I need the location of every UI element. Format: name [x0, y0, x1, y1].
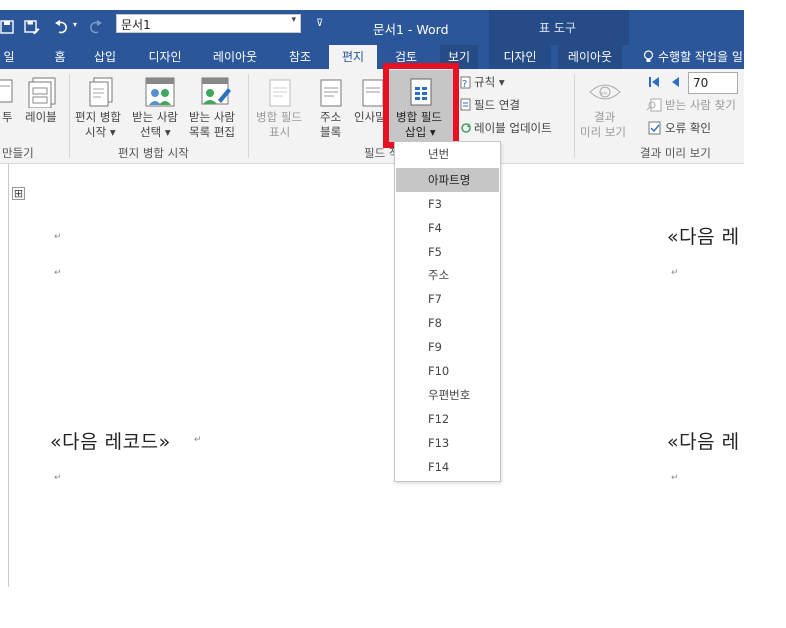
- group-preview-results-label: 결과 미리 보기: [640, 146, 711, 160]
- next-record-field-right-bottom: «다음 레: [667, 431, 740, 453]
- record-number-input[interactable]: 70: [688, 72, 738, 94]
- merge-field-item[interactable]: F13: [396, 431, 499, 455]
- merge-field-item[interactable]: F8: [396, 311, 499, 335]
- check-errors-icon[interactable]: [648, 121, 662, 135]
- document-title: 문서1 - Word: [373, 22, 449, 37]
- undo-dropdown-arrow[interactable]: ▾: [73, 20, 77, 29]
- tab-insert[interactable]: 삽입: [88, 45, 122, 69]
- name-box-dropdown-icon[interactable]: ▾: [291, 15, 296, 25]
- start-mail-merge-line2[interactable]: 시작 ▾: [85, 125, 116, 140]
- paragraph-mark: ↵: [54, 268, 62, 278]
- find-recipient-icon: [646, 98, 662, 112]
- envelopes-button-label[interactable]: 투: [2, 110, 13, 125]
- customize-qat-icon[interactable]: ⊽: [316, 18, 323, 29]
- tab-references[interactable]: 참조: [284, 45, 316, 69]
- preview-results-line2: 미리 보기: [580, 125, 626, 139]
- edit-recipient-list-line2[interactable]: 목록 편집: [189, 125, 235, 140]
- highlight-merge-fields-icon: [269, 79, 291, 107]
- select-recipients-line1[interactable]: 받는 사람: [132, 110, 178, 125]
- group-create-label: 만들기: [2, 146, 34, 160]
- rules-icon[interactable]: ?: [460, 76, 472, 90]
- rules-button[interactable]: 규칙 ▾: [474, 75, 505, 90]
- select-recipients-icon[interactable]: [144, 76, 176, 108]
- paragraph-mark: ↵: [671, 473, 679, 483]
- match-fields-button[interactable]: 필드 연결: [474, 98, 520, 113]
- tab-layout[interactable]: 레이아웃: [206, 45, 264, 69]
- tab-table-design[interactable]: 디자인: [489, 45, 551, 69]
- check-errors-button[interactable]: 오류 확인: [665, 121, 711, 136]
- start-mail-merge-line1[interactable]: 편지 병합: [75, 110, 121, 125]
- find-recipient-button: 받는 사람 찾기: [665, 98, 736, 112]
- ribbon-separator: [69, 74, 70, 158]
- preview-results-line1: 결과: [594, 110, 616, 124]
- merge-field-item[interactable]: 주소: [396, 263, 499, 287]
- paragraph-mark: ↵: [671, 268, 679, 278]
- merge-field-item[interactable]: F12: [396, 407, 499, 431]
- quick-access-toolbar: ▾: [0, 10, 110, 45]
- paragraph-mark: ↵: [194, 435, 202, 445]
- name-box[interactable]: 문서1 ▾: [116, 14, 301, 33]
- ribbon-separator: [574, 74, 575, 158]
- tab-mailings[interactable]: 편지: [329, 45, 377, 69]
- table-move-handle[interactable]: ⊞: [12, 187, 25, 200]
- address-block-line1[interactable]: 주소: [320, 110, 341, 125]
- envelope-icon[interactable]: [0, 78, 14, 108]
- highlight-merge-fields-line1: 병합 필드: [256, 110, 302, 124]
- next-record-field-right-top: «다음 레: [667, 226, 740, 248]
- labels-button-label[interactable]: 레이블: [25, 110, 57, 125]
- update-labels-button[interactable]: 레이블 업데이트: [474, 121, 552, 136]
- start-mail-merge-icon[interactable]: [86, 76, 118, 108]
- select-recipients-line2[interactable]: 선택 ▾: [140, 125, 171, 140]
- labels-icon[interactable]: [27, 76, 59, 108]
- title-bar: [0, 10, 744, 45]
- tab-home[interactable]: 홈: [45, 45, 75, 69]
- merge-field-item[interactable]: 우편번호: [396, 383, 499, 407]
- svg-text:?: ?: [462, 79, 467, 90]
- tab-design[interactable]: 디자인: [140, 45, 190, 69]
- next-record-field: «다음 레코드»: [50, 431, 171, 453]
- svg-text:«»: «»: [600, 90, 608, 97]
- tab-table-layout[interactable]: 레이아웃: [558, 45, 622, 69]
- address-block-icon[interactable]: [318, 78, 344, 108]
- merge-field-item[interactable]: 아파트명: [396, 168, 499, 192]
- first-record-icon[interactable]: [648, 76, 660, 88]
- merge-field-item[interactable]: F7: [396, 287, 499, 311]
- merge-field-item[interactable]: F10: [396, 359, 499, 383]
- edit-recipient-list-icon[interactable]: [200, 76, 232, 108]
- record-number-value: 70: [693, 76, 709, 90]
- ribbon-tab-bar: 일 홈 삽입 디자인 레이아웃 참조 편지 검토 보기 디자인 레이아웃 수행할…: [0, 45, 744, 69]
- tell-me-box[interactable]: 수행할 작업을 일: [658, 45, 744, 69]
- edit-recipient-list-line1[interactable]: 받는 사람: [189, 110, 235, 125]
- paragraph-mark: ↵: [54, 232, 62, 242]
- tab-file[interactable]: 일: [0, 45, 18, 69]
- paragraph-mark: ↵: [54, 473, 62, 483]
- redo-icon: [90, 20, 102, 34]
- group-start-mail-merge-label: 편지 병합 시작: [118, 146, 189, 160]
- address-block-line2[interactable]: 블록: [320, 125, 341, 140]
- page-left-edge: [8, 164, 9, 587]
- save-as-icon[interactable]: [24, 20, 40, 36]
- greeting-line-label[interactable]: 인사말: [354, 110, 386, 125]
- match-fields-icon[interactable]: [460, 98, 472, 112]
- context-tab-group-label: 표 도구: [539, 21, 576, 35]
- name-box-value: 문서1: [121, 18, 151, 32]
- lightbulb-icon: [643, 50, 654, 62]
- previous-record-icon[interactable]: [670, 76, 680, 88]
- merge-field-item[interactable]: F14: [396, 455, 499, 479]
- merge-field-item[interactable]: F4: [396, 216, 499, 240]
- highlight-merge-fields-line2: 표시: [269, 125, 291, 139]
- merge-field-dropdown: 년번 아파트명 F3 F4 F5 주소 F7 F8 F9 F10 우편번호 F1…: [394, 141, 501, 482]
- merge-field-item[interactable]: F5: [396, 240, 499, 264]
- ribbon-separator: [248, 74, 249, 158]
- merge-field-item[interactable]: 년번: [396, 142, 499, 166]
- red-highlight-box: [383, 63, 459, 148]
- undo-icon[interactable]: [54, 20, 70, 34]
- save-icon[interactable]: [0, 20, 14, 34]
- update-labels-icon[interactable]: [460, 121, 472, 135]
- document-canvas[interactable]: [0, 164, 744, 628]
- merge-field-item[interactable]: F3: [396, 192, 499, 216]
- merge-field-item[interactable]: F9: [396, 335, 499, 359]
- preview-results-icon: «»: [589, 84, 621, 100]
